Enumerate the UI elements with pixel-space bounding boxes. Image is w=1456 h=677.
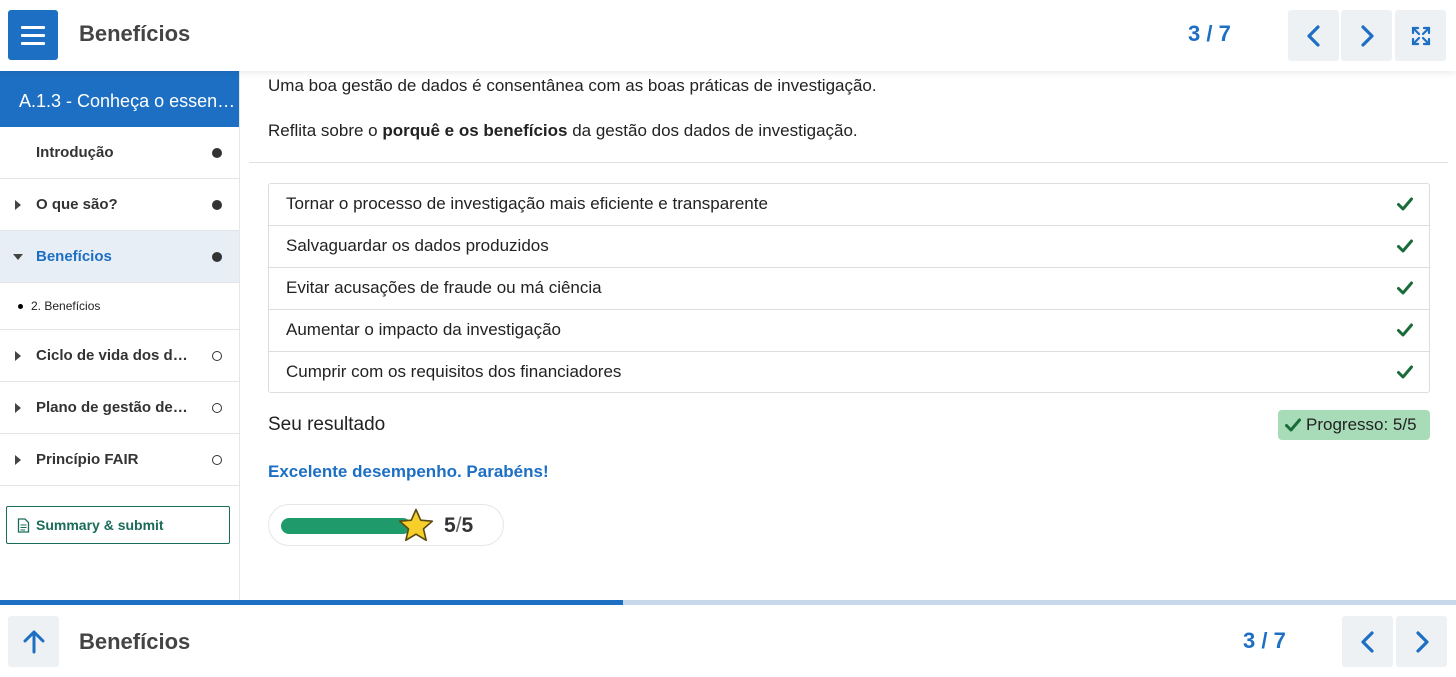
summary-submit-button[interactable]: Summary & submit <box>6 506 230 544</box>
footer-counter: 3 / 7 <box>1243 628 1286 653</box>
document-icon <box>17 517 30 533</box>
intro-question-post: da gestão dos dados de investigação. <box>567 121 858 140</box>
main-content: Uma boa gestão de dados é consentânea co… <box>241 71 1456 600</box>
list-item[interactable]: Cumprir com os requisitos dos financiado… <box>269 352 1429 392</box>
chevron-left-icon <box>1360 630 1374 653</box>
divider <box>249 162 1448 163</box>
list-item[interactable]: Evitar acusações de fraude ou má ciência <box>269 268 1429 310</box>
list-item-text: Cumprir com os requisitos dos financiado… <box>286 362 622 381</box>
fullscreen-icon <box>1411 26 1430 45</box>
sidebar-item-ciclo-de-vida[interactable]: Ciclo de vida dos dados <box>0 330 239 382</box>
intro-question: Reflita sobre o porquê e os benefícios d… <box>268 121 858 141</box>
progress-badge: Progresso: 5/5 <box>1278 410 1430 440</box>
sidebar-item-introducao[interactable]: Introdução <box>0 127 239 179</box>
list-item[interactable]: Salvaguardar os dados produzidos <box>269 226 1429 268</box>
check-icon <box>1397 323 1413 337</box>
scroll-top-button[interactable] <box>8 616 59 667</box>
score-total: 5 <box>461 514 474 537</box>
menu-icon-line <box>21 33 45 37</box>
list-item-text: Salvaguardar os dados produzidos <box>286 236 549 255</box>
menu-icon-line <box>21 25 45 29</box>
score-progress-fill <box>281 518 411 534</box>
list-item-text: Evitar acusações de fraude ou má ciência <box>286 278 602 297</box>
check-icon <box>1397 365 1413 379</box>
page-title: Benefícios <box>79 21 191 46</box>
sidebar-item-label: Benefícios <box>36 248 112 265</box>
sidebar-item-beneficios[interactable]: Benefícios <box>0 231 239 283</box>
incomplete-status-icon <box>212 454 222 465</box>
page-counter: 3 / 7 <box>1188 21 1231 46</box>
sidebar-item-plano-de-gestao[interactable]: Plano de gestão de dados <box>0 382 239 434</box>
sidebar-item-label: O que são? <box>36 196 118 213</box>
score-bar: 5/5 <box>268 504 504 546</box>
complete-status-icon <box>212 251 222 262</box>
check-icon <box>1285 418 1301 432</box>
check-icon <box>1397 281 1413 295</box>
complete-status-icon <box>212 199 222 210</box>
list-item[interactable]: Tornar o processo de investigação mais e… <box>269 184 1429 226</box>
complete-status-icon <box>212 147 222 158</box>
footer-prev-button[interactable] <box>1342 616 1393 667</box>
caret-right-icon <box>15 454 21 465</box>
caret-right-icon <box>15 199 21 210</box>
incomplete-status-icon <box>212 402 222 413</box>
score-value: 5 <box>444 514 456 537</box>
incomplete-status-icon <box>212 350 222 361</box>
score-text: 5/5 <box>444 514 473 538</box>
chevron-right-icon <box>1360 24 1374 47</box>
result-heading: Seu resultado <box>268 414 386 435</box>
chevron-left-icon <box>1306 24 1320 47</box>
list-item-text: Tornar o processo de investigação mais e… <box>286 194 768 213</box>
prev-page-button[interactable] <box>1288 10 1339 61</box>
bottom-bar: Benefícios 3 / 7 <box>0 605 1456 677</box>
intro-question-pre: Reflita sobre o <box>268 121 383 140</box>
benefits-list: Tornar o processo de investigação mais e… <box>268 183 1430 393</box>
check-icon <box>1397 239 1413 253</box>
caret-down-icon <box>13 253 23 260</box>
fullscreen-button[interactable] <box>1395 10 1446 61</box>
sidebar-item-o-que-sao[interactable]: O que são? <box>0 179 239 231</box>
sidebar-item-label: Ciclo de vida dos dados <box>36 347 191 364</box>
menu-icon-line <box>21 41 45 45</box>
menu-button[interactable] <box>8 10 58 60</box>
check-icon <box>1397 197 1413 211</box>
progress-badge-text: Progresso: 5/5 <box>1306 415 1417 434</box>
list-item-text: Aumentar o impacto da investigação <box>286 320 561 339</box>
top-bar: Benefícios 3 / 7 <box>0 0 1456 71</box>
sidebar-item-principio-fair[interactable]: Princípio FAIR <box>0 434 239 486</box>
chevron-right-icon <box>1415 630 1429 653</box>
intro-question-bold: porquê e os benefícios <box>382 121 568 140</box>
intro-text: Uma boa gestão de dados é consentânea co… <box>268 76 877 95</box>
sidebar: A.1.3 - Conheça o essencial Introdução O… <box>0 71 240 600</box>
sidebar-item-label: Plano de gestão de dados <box>36 399 191 416</box>
list-item[interactable]: Aumentar o impacto da investigação <box>269 310 1429 352</box>
caret-right-icon <box>15 402 21 413</box>
footer-next-button[interactable] <box>1396 616 1447 667</box>
summary-submit-label: Summary & submit <box>36 517 164 533</box>
feedback-message: Excelente desempenho. Parabéns! <box>268 462 549 481</box>
sidebar-course-title[interactable]: A.1.3 - Conheça o essencial <box>0 71 239 127</box>
next-page-button[interactable] <box>1341 10 1392 61</box>
sidebar-subitem-beneficios[interactable]: 2. Benefícios <box>0 283 239 330</box>
sidebar-item-label: Introdução <box>36 144 114 161</box>
sidebar-item-label: Princípio FAIR <box>36 451 139 468</box>
arrow-up-icon <box>23 630 44 653</box>
caret-right-icon <box>15 350 21 361</box>
star-icon <box>398 508 434 542</box>
footer-title: Benefícios <box>79 629 191 654</box>
